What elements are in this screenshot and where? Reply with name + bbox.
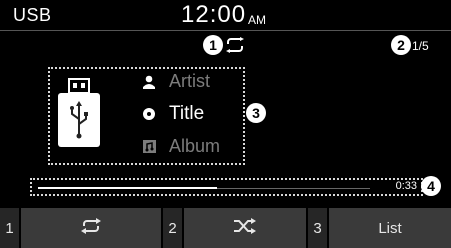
- list-button[interactable]: List: [329, 208, 451, 248]
- repeat-icon: [79, 217, 103, 239]
- preset-number-2: 2: [163, 208, 182, 248]
- source-label: USB: [13, 5, 52, 25]
- title-row: Title: [141, 103, 204, 125]
- track-counter: 1/5: [412, 39, 429, 53]
- preset-number-1: 1: [0, 208, 19, 248]
- track-info-box: Artist Title Album: [48, 67, 245, 165]
- elapsed-time: 0:33: [395, 180, 417, 192]
- repeat-button[interactable]: [21, 208, 161, 248]
- album-icon: [141, 139, 157, 155]
- artist-row: Artist: [141, 71, 210, 92]
- shuffle-icon: [233, 217, 257, 239]
- usb-drive-icon: [50, 69, 130, 164]
- title-label: Title: [169, 103, 205, 124]
- disc-icon: [141, 106, 157, 122]
- preset-number-3: 3: [308, 208, 327, 248]
- artist-label: Artist: [169, 71, 211, 91]
- list-button-label: List: [378, 219, 402, 237]
- clock-time: 12:00: [181, 1, 247, 28]
- callout-marker-1: 1: [203, 35, 223, 55]
- status-bar: USB 12:00 AM: [0, 0, 451, 30]
- repeat-status-icon: [224, 37, 246, 58]
- callout-marker-2: 2: [391, 35, 411, 55]
- shuffle-button[interactable]: [184, 208, 306, 248]
- clock-ampm: AM: [248, 13, 266, 27]
- callout-marker-3: 3: [246, 103, 266, 123]
- album-row: Album: [141, 136, 220, 157]
- callout-marker-4: 4: [421, 176, 441, 196]
- bottom-toolbar: 1 2 3 List: [0, 208, 451, 248]
- album-label: Album: [169, 136, 221, 156]
- progress-bar[interactable]: 0:33: [30, 178, 423, 196]
- status-divider: [0, 30, 451, 31]
- media-screen: USB 12:00 AM 1 2 1/5 Artist Title Album …: [0, 0, 451, 248]
- progress-fill: [38, 187, 217, 189]
- person-icon: [141, 74, 157, 90]
